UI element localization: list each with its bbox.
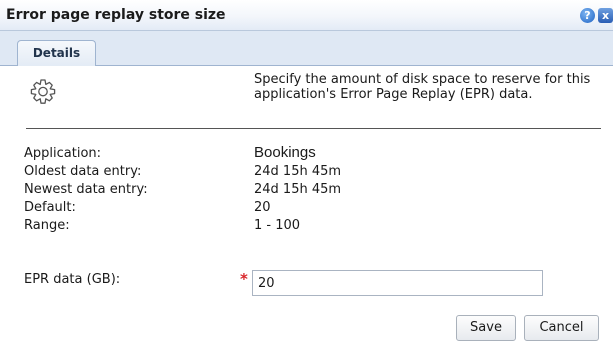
intro-text: Specify the amount of disk space to rese… bbox=[254, 72, 591, 102]
cancel-button[interactable]: Cancel bbox=[524, 315, 599, 341]
range-label: Range: bbox=[24, 218, 70, 233]
required-marker: * bbox=[240, 270, 248, 288]
dialog-title: Error page replay store size bbox=[6, 7, 226, 23]
application-label: Application: bbox=[24, 146, 102, 161]
epr-data-input[interactable] bbox=[252, 270, 543, 296]
range-value: 1 - 100 bbox=[254, 218, 301, 233]
tab-details[interactable]: Details bbox=[17, 40, 96, 67]
epr-data-label: EPR data (GB): bbox=[24, 272, 121, 287]
default-label: Default: bbox=[24, 200, 76, 215]
save-button[interactable]: Save bbox=[456, 315, 516, 341]
default-value: 20 bbox=[254, 200, 271, 215]
newest-entry-value: 24d 15h 45m bbox=[254, 182, 342, 197]
details-panel: Specify the amount of disk space to rese… bbox=[0, 66, 613, 347]
tab-strip: Details bbox=[0, 31, 613, 67]
help-icon[interactable]: ? bbox=[580, 8, 595, 23]
divider bbox=[26, 128, 601, 129]
oldest-entry-label: Oldest data entry: bbox=[24, 164, 142, 179]
close-icon[interactable]: x bbox=[598, 8, 613, 23]
gear-icon bbox=[30, 79, 56, 104]
newest-entry-label: Newest data entry: bbox=[24, 182, 148, 197]
dialog-titlebar: Error page replay store size ? x bbox=[0, 0, 613, 31]
oldest-entry-value: 24d 15h 45m bbox=[254, 164, 342, 179]
application-value: Bookings bbox=[254, 144, 316, 161]
